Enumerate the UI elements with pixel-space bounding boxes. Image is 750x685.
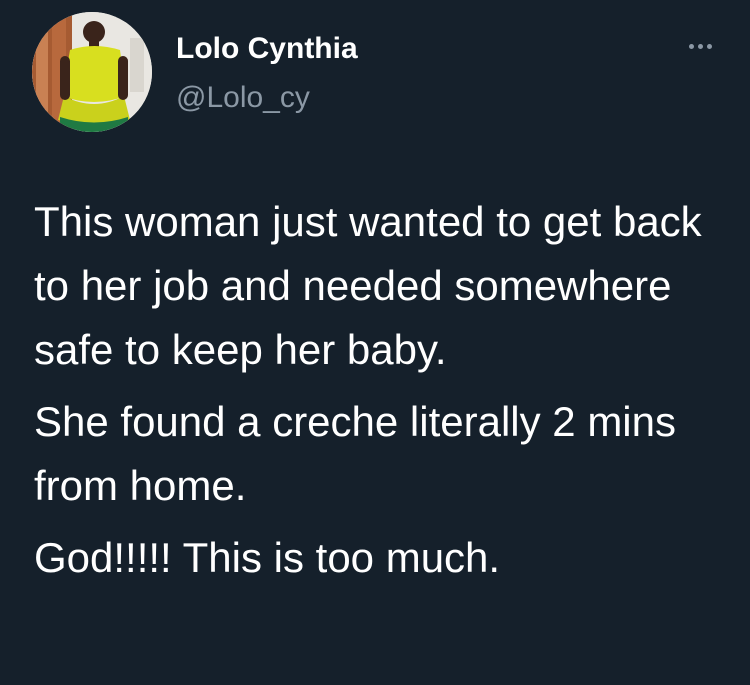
tweet-paragraph-1: This woman just wanted to get back to he… bbox=[34, 198, 702, 373]
more-dot-3 bbox=[706, 43, 712, 49]
more-dot-1 bbox=[688, 43, 694, 49]
display-name[interactable]: Lolo Cynthia bbox=[176, 31, 358, 67]
more-options-button[interactable] bbox=[680, 34, 720, 58]
avatar[interactable] bbox=[32, 12, 152, 132]
user-handle[interactable]: @Lolo_cy bbox=[176, 80, 310, 116]
tweet-text: This woman just wanted to get back to he… bbox=[34, 190, 724, 590]
more-dot-2 bbox=[697, 43, 703, 49]
profile-photo-icon bbox=[32, 12, 152, 132]
tweet-paragraph-2: She found a creche literally 2 mins from… bbox=[34, 398, 676, 509]
tweet-paragraph-3: God!!!!! This is too much. bbox=[34, 534, 501, 581]
tweet-card: Lolo Cynthia @Lolo_cy This woman just wa… bbox=[0, 0, 750, 685]
